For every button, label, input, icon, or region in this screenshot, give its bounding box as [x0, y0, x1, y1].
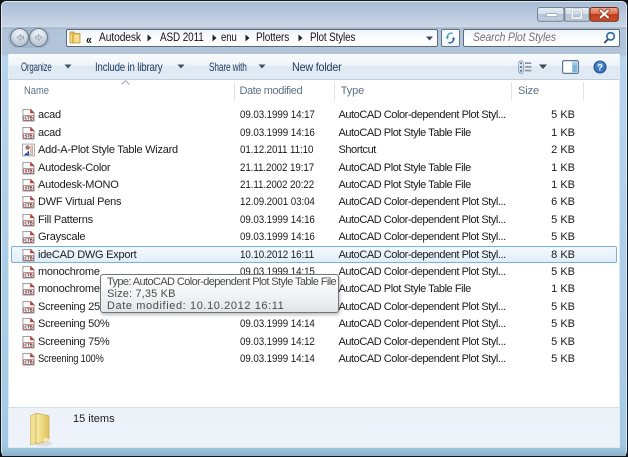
svg-text:CTB: CTB — [24, 325, 32, 330]
svg-text:CTB: CTB — [24, 307, 32, 312]
svg-text:CTB: CTB — [24, 203, 32, 208]
svg-text:CTB: CTB — [24, 255, 32, 260]
svg-text:STB: STB — [25, 168, 33, 173]
svg-text:CTB: CTB — [24, 273, 32, 278]
svg-text:STB: STB — [25, 290, 33, 295]
svg-text:CTB: CTB — [24, 116, 32, 121]
svg-text:CTB: CTB — [24, 238, 32, 243]
svg-text:CTB: CTB — [24, 342, 32, 347]
svg-text:CTB: CTB — [24, 220, 32, 225]
svg-text:STB: STB — [25, 133, 33, 138]
svg-text:CTB: CTB — [24, 360, 32, 365]
svg-text:?: ? — [597, 62, 603, 73]
svg-text:STB: STB — [25, 186, 33, 191]
